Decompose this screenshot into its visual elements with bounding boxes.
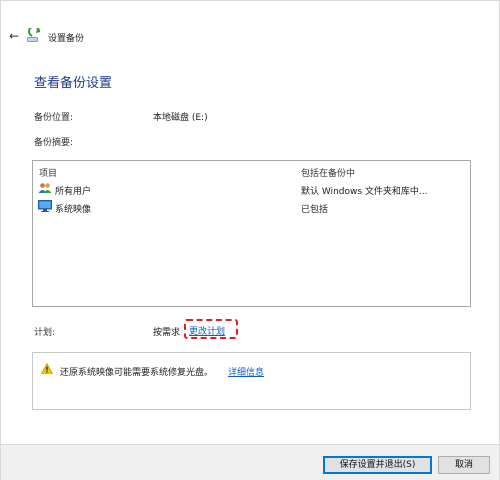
list-item[interactable]: 系统映像 已包括: [33, 198, 470, 215]
monitor-icon: [38, 200, 52, 212]
warning-text: 还原系统映像可能需要系统修复光盘。: [60, 368, 214, 378]
backup-app-icon: [27, 28, 40, 42]
list-header: 项目 包括在备份中: [33, 161, 470, 179]
change-schedule-link[interactable]: 更改计划: [189, 324, 225, 337]
window-title: 设置备份: [48, 34, 85, 44]
page-title: 查看备份设置: [34, 76, 113, 91]
save-and-exit-button[interactable]: 保存设置并退出(S): [323, 456, 432, 474]
backup-location-value: 本地磁盘 (E:): [153, 113, 208, 123]
row-name: 所有用户: [55, 187, 92, 197]
row-name: 系统映像: [55, 205, 92, 215]
row-included: 默认 Windows 文件夹和库中...: [301, 187, 428, 197]
schedule-label: 计划:: [34, 328, 56, 338]
backup-summary-list[interactable]: 项目 包括在备份中 所有用户 默认 Windows 文件夹和库中... 系统映像…: [32, 160, 471, 307]
back-arrow-icon[interactable]: ←: [7, 29, 21, 43]
column-header-item[interactable]: 项目: [39, 166, 57, 179]
backup-location-label: 备份位置:: [34, 113, 74, 123]
schedule-value: 按需求: [153, 328, 181, 338]
details-link[interactable]: 详细信息: [228, 365, 264, 378]
row-included: 已包括: [301, 205, 329, 215]
backup-summary-label: 备份摘要:: [34, 138, 74, 148]
title-bar: ← 设置备份: [1, 1, 499, 67]
cancel-button[interactable]: 取消: [438, 456, 490, 474]
backup-settings-window: ← 设置备份 查看备份设置 备份位置: 本地磁盘 (E:) 备份摘要: 项目 包…: [0, 0, 500, 480]
warning-panel: 还原系统映像可能需要系统修复光盘。 详细信息: [32, 352, 471, 410]
users-icon: [38, 183, 52, 193]
warning-icon: [41, 363, 53, 374]
list-item[interactable]: 所有用户 默认 Windows 文件夹和库中...: [33, 180, 470, 197]
footer-bar: 保存设置并退出(S) 取消: [1, 444, 499, 480]
column-header-included[interactable]: 包括在备份中: [301, 166, 355, 179]
